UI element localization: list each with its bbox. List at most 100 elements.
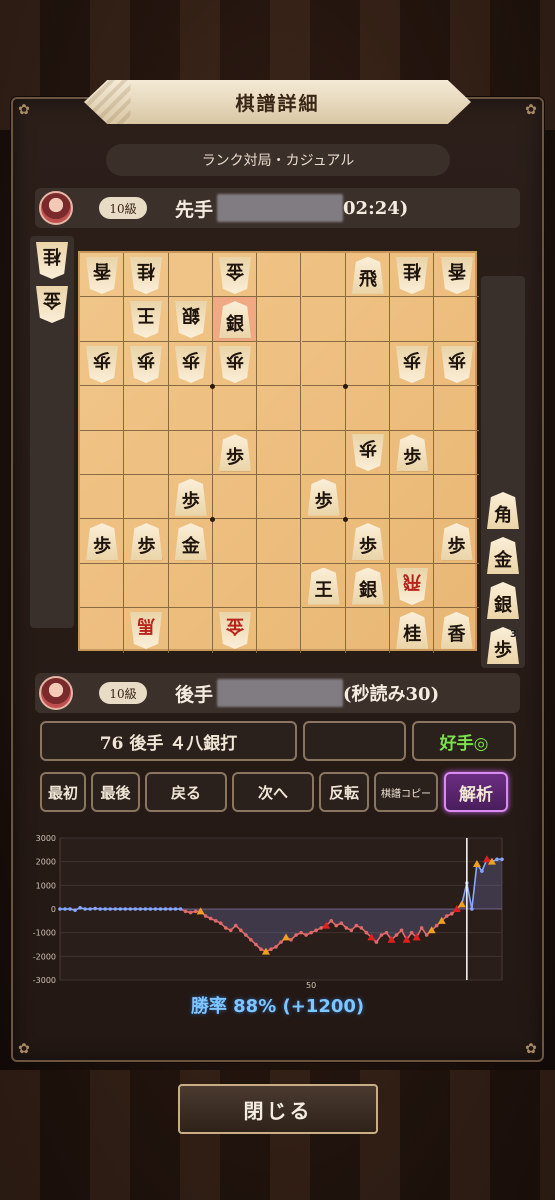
board-square[interactable] [80,475,125,520]
board-square[interactable] [80,297,125,342]
board-square[interactable] [257,608,302,653]
board-square[interactable] [168,430,213,475]
board-square[interactable] [212,563,258,609]
gote-hand-piece[interactable]: 桂 [36,242,68,279]
board-square[interactable] [212,386,258,431]
board-square[interactable] [80,430,125,475]
board-square[interactable] [345,297,391,342]
shogi-piece[interactable]: 王 [307,567,340,605]
evaluation-graph[interactable]: 3000 2000 1000 0 -1000 -2000 -3000 50 [32,830,518,990]
board-square[interactable] [168,253,213,298]
sente-hand-piece[interactable]: 角 [487,492,519,529]
shogi-piece[interactable]: 歩 [352,434,384,471]
board-square[interactable] [124,563,169,609]
board-square[interactable] [257,475,302,520]
hand-piece-count: 3 [510,629,517,640]
shogi-piece[interactable]: 桂 [396,611,429,649]
shogi-piece[interactable]: 香 [440,611,473,649]
shogi-piece[interactable]: 歩 [440,523,473,561]
shogi-piece[interactable]: 銀 [219,301,252,339]
board-square[interactable] [257,253,302,298]
shogi-piece[interactable]: 桂 [396,257,428,294]
close-button[interactable]: 閉じる [178,1084,378,1134]
shogi-piece[interactable]: 歩 [441,346,473,383]
board-square[interactable] [434,431,479,475]
shogi-piece[interactable]: 歩 [396,434,429,472]
shogi-piece[interactable]: 飛 [351,256,384,294]
board-square[interactable] [390,297,435,342]
board-square[interactable] [390,386,435,431]
board-square[interactable] [434,564,479,609]
board-square[interactable] [257,563,302,609]
board-square[interactable] [434,386,479,431]
sente-hand-piece[interactable]: 金 [487,537,519,574]
shogi-piece[interactable]: 歩 [174,478,207,516]
board-square[interactable] [345,475,391,520]
avatar[interactable] [39,191,73,225]
shogi-piece[interactable]: 歩 [86,346,118,383]
board-square[interactable] [80,608,125,653]
shogi-piece[interactable]: 歩 [130,346,162,383]
board-square[interactable] [257,386,302,431]
shogi-piece[interactable]: 香 [441,257,473,294]
board-square[interactable] [124,386,169,431]
board-square[interactable] [301,341,346,387]
board-square[interactable] [434,297,479,342]
board-square[interactable] [168,563,213,609]
analyze-button[interactable]: 解析 [444,772,508,812]
board-square[interactable] [346,608,391,653]
board-square[interactable] [212,475,258,520]
shogi-piece[interactable]: 飛 [396,568,428,605]
shogi-piece[interactable]: 銀 [175,301,207,338]
board-square[interactable] [168,386,213,431]
board-square[interactable] [257,519,302,564]
board-square[interactable] [302,608,346,653]
shogi-board[interactable]: 香桂金飛桂香王銀銀歩歩歩歩歩歩歩歩歩歩歩歩歩金歩歩王銀飛馬金桂香 [78,251,479,653]
shogi-piece[interactable]: 香 [86,257,118,294]
shogi-piece[interactable]: 王 [130,301,162,338]
board-square[interactable] [301,386,346,431]
board-square[interactable] [257,430,302,475]
board-square[interactable] [169,608,213,653]
flip-board-button[interactable]: 反転 [319,772,369,812]
board-square[interactable] [257,341,302,387]
avatar[interactable] [39,676,73,710]
shogi-piece[interactable]: 歩 [175,346,207,383]
gote-hand-piece[interactable]: 金 [36,286,68,323]
shogi-piece[interactable]: 金 [174,523,207,561]
sente-hand-piece[interactable]: 銀 [487,582,519,619]
next-button[interactable]: 次へ [232,772,314,812]
shogi-piece[interactable]: 歩 [130,523,163,561]
board-square[interactable] [212,519,258,564]
board-square[interactable] [124,475,169,520]
shogi-piece[interactable]: 馬 [130,612,162,649]
board-square[interactable] [301,519,346,564]
back-button[interactable]: 戻る [145,772,227,812]
board-square[interactable] [80,563,125,609]
shogi-piece[interactable]: 金 [219,257,251,294]
shogi-piece[interactable]: 歩 [396,346,428,383]
board-square[interactable] [257,297,302,342]
board-square[interactable] [80,386,125,431]
board-square[interactable] [434,475,479,520]
shogi-piece[interactable]: 歩 [219,346,251,383]
shogi-piece[interactable]: 歩 [219,434,252,472]
board-square[interactable] [390,475,435,520]
board-square[interactable] [124,430,169,475]
evaluation-point [470,907,474,911]
shogi-piece[interactable]: 歩 [351,523,384,561]
shogi-piece[interactable]: 桂 [130,257,162,294]
board-square[interactable] [301,253,346,298]
shogi-piece[interactable]: 金 [219,612,251,649]
copy-kifu-button[interactable]: 棋譜コピー [374,772,438,812]
shogi-piece[interactable]: 歩 [307,478,340,516]
board-square[interactable] [390,519,435,564]
shogi-piece[interactable]: 銀 [351,567,384,605]
first-move-button[interactable]: 最初 [40,772,86,812]
board-square[interactable] [301,297,346,342]
last-move-button[interactable]: 最後 [91,772,140,812]
board-square[interactable] [345,386,391,431]
board-square[interactable] [345,341,391,387]
shogi-piece[interactable]: 歩 [86,523,119,561]
board-square[interactable] [301,430,346,475]
